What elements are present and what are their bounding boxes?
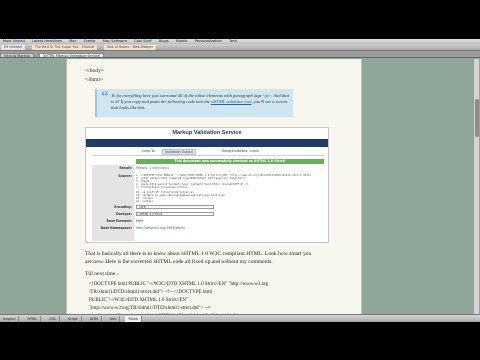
tab-html[interactable]: HTML: [24, 316, 41, 322]
validator-screenshot: Markup Validation Service Jump To: Valid…: [85, 127, 329, 243]
bookmark-item[interactable]: Cool Stuff: [131, 39, 155, 43]
bookmark-item[interactable]: Mobile: [173, 39, 191, 43]
bookmark-item[interactable]: Mac Software: [100, 39, 130, 43]
validator-nav: Jump To: Validation Output Congratulatio…: [86, 148, 328, 155]
success-banner: This document was successfully checked a…: [136, 159, 324, 164]
namespace-link[interactable]: http://www.w3.org/1999/xhtml: [136, 226, 185, 230]
root-namespace-value: http://www.w3.org/1999/xhtml: [136, 226, 185, 230]
congratulations-link[interactable]: Congratulations · Icons: [222, 149, 259, 153]
code-line: PUBLIC "-//W3C//DTD XHTML 1.0 Strict//EN…: [89, 298, 189, 303]
bookmark-item[interactable]: Mac: [66, 39, 79, 43]
result-label: Result:: [119, 166, 132, 170]
source-code-box: 1. <!DOCTYPE html PUBLIC "-//W3C//DTD XH…: [136, 174, 324, 189]
source-code-box-lower: 11. <a href="#" title="Link">Link</a> 12…: [136, 191, 324, 203]
tab-script[interactable]: Script: [65, 316, 82, 322]
paragraph-line: That is basically all there is to know a…: [85, 251, 312, 257]
feed-item-button[interactable]: Box of Boxes - Web Design: [104, 45, 156, 50]
paragraph-line: Till next time...: [85, 271, 120, 277]
article-page: </body> </html> “ To fix everything here…: [66, 59, 362, 322]
tab-yslow[interactable]: YSlow: [125, 316, 143, 322]
doctype-select[interactable]: XHTML 1.0 Strict: [136, 212, 214, 216]
source-line: 14. </html>: [136, 200, 154, 203]
code-line: /TR/xhtml1/DTD/xhtml1-strict.dtd"> <!-- …: [89, 290, 212, 295]
bookmark-item[interactable]: Personalization: [192, 39, 225, 43]
divider: [92, 155, 324, 156]
code-close-body: </body>: [85, 68, 105, 74]
paragraph-line: are now. Here is the corrected xHTML cod…: [85, 259, 273, 265]
jump-to-label: Jump To:: [142, 149, 156, 153]
tab-strip: Intro to Markup XHTML Markup Validation …: [0, 52, 480, 58]
devtools-bar: Inspect HTML CSS Script DOM Net YSlow: [0, 314, 480, 322]
doctype-label: Doctype:: [115, 212, 132, 216]
result-value: Passed, 1 warning(s): [136, 166, 170, 170]
root-namespace-label: Root Namespace:: [100, 226, 132, 230]
tab-intro-to-markup[interactable]: Intro to Markup: [0, 53, 34, 57]
tab-css[interactable]: CSS: [46, 316, 60, 322]
vertical-scrollbar[interactable]: [473, 59, 479, 314]
bookmark-item[interactable]: Latest Headlines: [29, 39, 65, 43]
bookmark-item[interactable]: Tech: [226, 39, 240, 43]
bookmark-item[interactable]: Blogs: [156, 39, 172, 43]
code-line: "http://www.w3.org/TR/xhtml1/DTD/xhtml1-…: [89, 306, 211, 311]
encoding-label: Encoding:: [114, 205, 132, 209]
root-element-value: html: [136, 219, 144, 223]
encoding-select[interactable]: utf-8: [136, 205, 214, 209]
result-labels: Result: Source: Encoding: Doctype: Root …: [92, 165, 134, 241]
code-line: <!DOCTYPE html PUBLIC "-//W3C//DTD XHTML…: [89, 282, 269, 287]
validator-title: Markup Validation Service: [172, 130, 242, 136]
root-element-label: Root Element:: [106, 219, 132, 223]
page-background-left: [0, 59, 66, 314]
validator-link[interactable]: xHTML validator tool: [211, 99, 252, 104]
feed-item-button[interactable]: The Bird In The Sugar Fox - Tutorial: [31, 45, 98, 50]
tab-net[interactable]: Net: [107, 316, 120, 322]
quote-icon: “: [101, 89, 109, 105]
callout-box: “ To fix everything here just surround a…: [95, 89, 293, 117]
source-line: 5. <title>Intro to markup</title>: [136, 186, 188, 189]
source-label: Source:: [118, 174, 132, 178]
callout-text: To fix everything here just surround all…: [111, 93, 291, 111]
tab-inspect[interactable]: Inspect: [0, 316, 20, 322]
tab-dom[interactable]: DOM: [87, 316, 102, 322]
bookmark-item[interactable]: Most Visited: [0, 39, 28, 43]
feed-toolbar: 25 Unread The Bird In The Sugar Fox - Tu…: [0, 44, 480, 51]
bookmark-item[interactable]: Firefox: [81, 39, 99, 43]
scrollbar-thumb[interactable]: [475, 99, 479, 137]
code-close-html: </html>: [85, 77, 104, 83]
page-background-right: [362, 59, 480, 314]
tab-markup-validator[interactable]: XHTML Markup Validation Service: [39, 53, 104, 57]
unread-feed-button[interactable]: 25 Unread: [1, 45, 25, 50]
validator-nav-band: [86, 139, 328, 147]
